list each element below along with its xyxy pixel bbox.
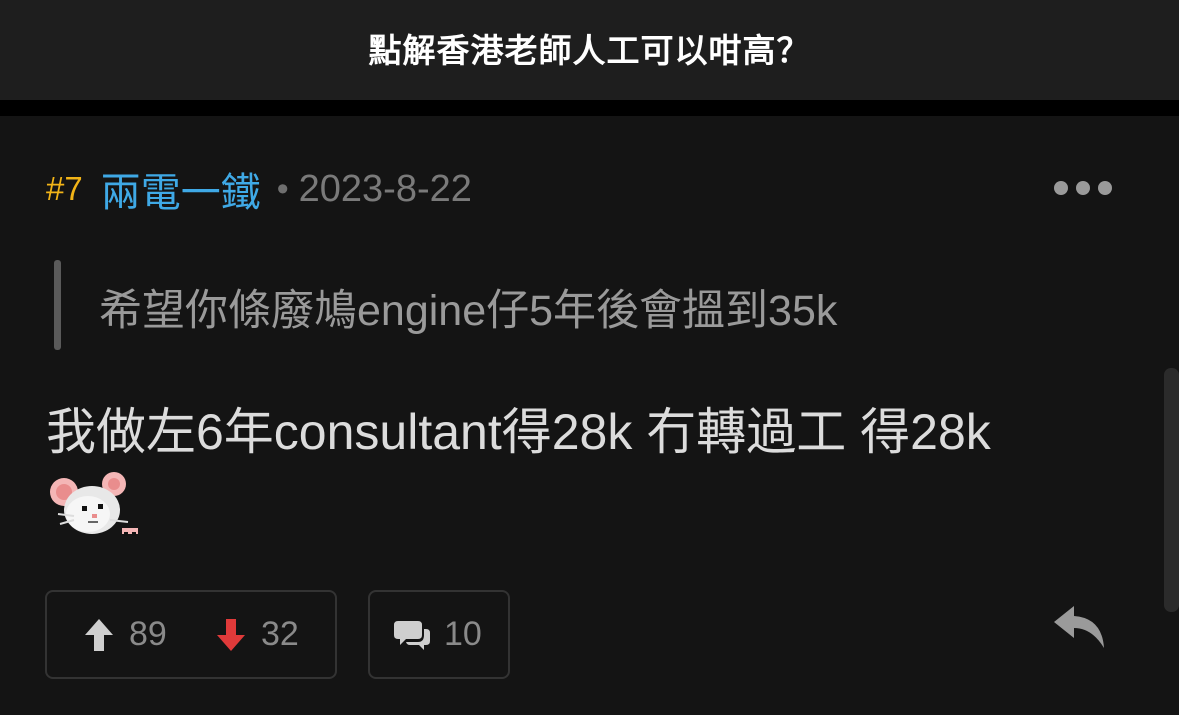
author-name[interactable]: 兩電一鐵 xyxy=(101,160,261,218)
top-bar: 點解香港老師人工可以咁高？ xyxy=(0,0,1179,100)
more-dot xyxy=(1054,181,1068,195)
up-arrow-icon xyxy=(85,618,113,651)
post-date: 2023-8-22 xyxy=(298,167,472,210)
thread-title: 點解香港老師人工可以咁高？ xyxy=(368,32,811,69)
post-content: 我做左6年consultant得28k 冇轉過工 得28k xyxy=(46,404,991,460)
comments-button[interactable]: 10 xyxy=(368,590,510,679)
reply-icon[interactable] xyxy=(1052,602,1108,652)
downvote-count: 32 xyxy=(261,615,299,653)
down-arrow-icon xyxy=(217,618,245,651)
header-divider xyxy=(0,100,1179,116)
quoted-reply[interactable]: 希望你條廢鳩engine仔5年後會搵到35k xyxy=(54,260,837,350)
quote-bar xyxy=(54,260,61,350)
floor-number: #7 xyxy=(46,170,83,207)
downvote-button[interactable]: 32 xyxy=(215,592,299,677)
comment-count: 10 xyxy=(444,615,482,653)
post-meta: #7 兩電一鐵 • 2023-8-22 xyxy=(46,166,472,216)
comments-item: 10 xyxy=(394,592,482,677)
mouse-sticker-icon xyxy=(50,472,138,536)
upvote-count: 89 xyxy=(129,615,167,653)
more-dot xyxy=(1076,181,1090,195)
quote-text: 希望你條廢鳩engine仔5年後會搵到35k xyxy=(99,287,838,335)
more-dot xyxy=(1098,181,1112,195)
vote-group: 89 32 xyxy=(45,590,337,679)
more-options-icon[interactable] xyxy=(1054,178,1112,198)
meta-separator: • xyxy=(276,169,289,208)
upvote-button[interactable]: 89 xyxy=(83,592,167,677)
comment-bubble-icon xyxy=(394,620,430,650)
scrollbar-thumb[interactable] xyxy=(1164,368,1179,612)
